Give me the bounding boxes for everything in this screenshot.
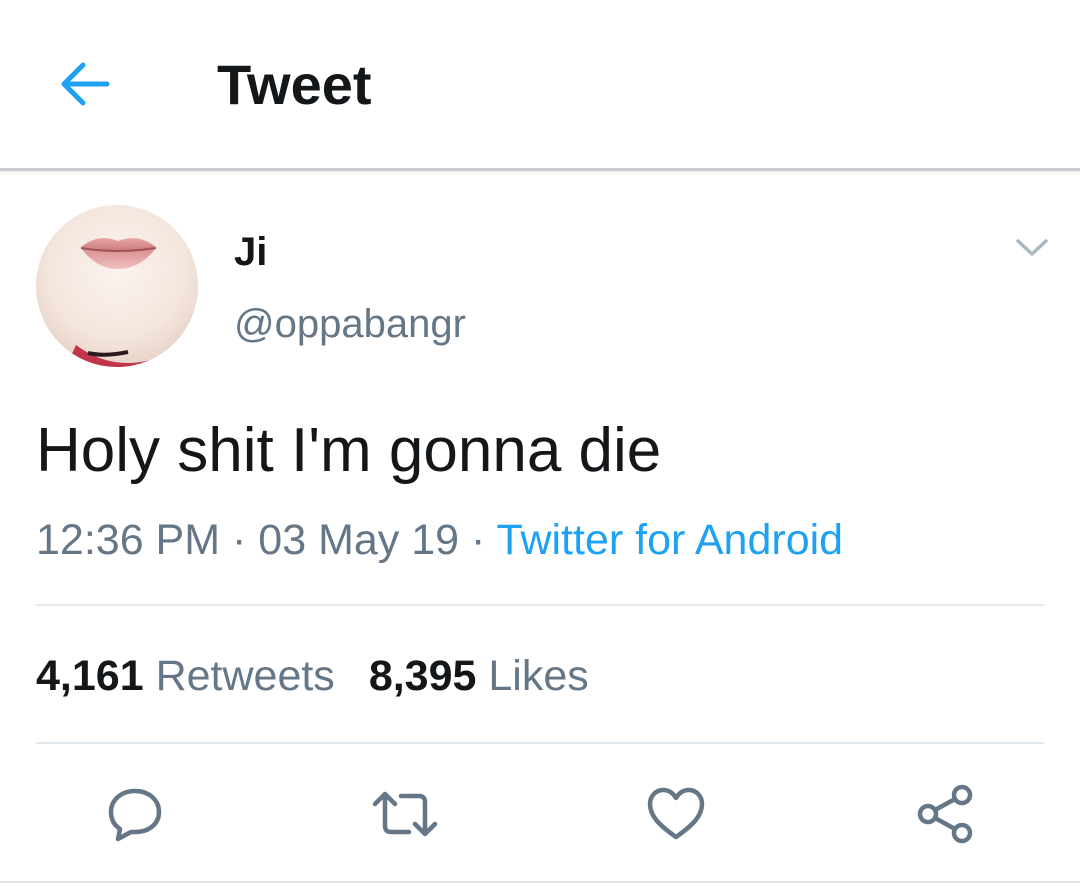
likes-stat[interactable]: 8,395 Likes [369, 652, 589, 700]
reply-button[interactable] [99, 778, 171, 850]
tweet-options-button[interactable] [1008, 228, 1056, 268]
tweet-metadata: 12:36 PM · 03 May 19 · Twitter for Andro… [36, 514, 843, 566]
tweet-source-link[interactable]: Twitter for Android [497, 516, 844, 564]
arrow-left-icon [61, 62, 110, 106]
divider [36, 742, 1044, 744]
share-button[interactable] [909, 778, 981, 850]
page-title: Tweet [217, 53, 372, 116]
top-app-bar: Tweet [0, 0, 1080, 171]
like-button[interactable] [640, 778, 712, 850]
tweet-text: Holy shit I'm gonna die [36, 416, 662, 485]
share-icon [917, 784, 973, 844]
likes-label: Likes [488, 652, 589, 700]
retweet-button[interactable] [369, 778, 441, 850]
retweets-count: 4,161 [36, 652, 144, 700]
tweet-time: 12:36 PM [36, 516, 221, 564]
retweet-icon [372, 791, 438, 837]
retweets-label: Retweets [155, 652, 335, 700]
tweet-detail-screen: Tweet Ji @oppabangr Holy shit I'm gonna … [0, 0, 1080, 890]
chevron-down-icon [1016, 239, 1048, 256]
user-handle[interactable]: @oppabangr [234, 300, 466, 348]
avatar-image [36, 205, 198, 367]
reply-icon [108, 788, 162, 842]
like-icon [647, 787, 705, 840]
retweets-stat[interactable]: 4,161 Retweets [36, 652, 335, 700]
display-name[interactable]: Ji [234, 228, 267, 276]
back-button[interactable] [50, 52, 120, 116]
divider [36, 604, 1044, 606]
avatar[interactable] [36, 205, 198, 367]
meta-separator: · [471, 516, 486, 564]
tweet-date: 03 May 19 [258, 516, 460, 564]
meta-separator: · [232, 516, 247, 564]
divider [0, 881, 1080, 883]
likes-count: 8,395 [368, 652, 477, 700]
tweet-stats: 4,161 Retweets 8,395 Likes [36, 650, 589, 702]
